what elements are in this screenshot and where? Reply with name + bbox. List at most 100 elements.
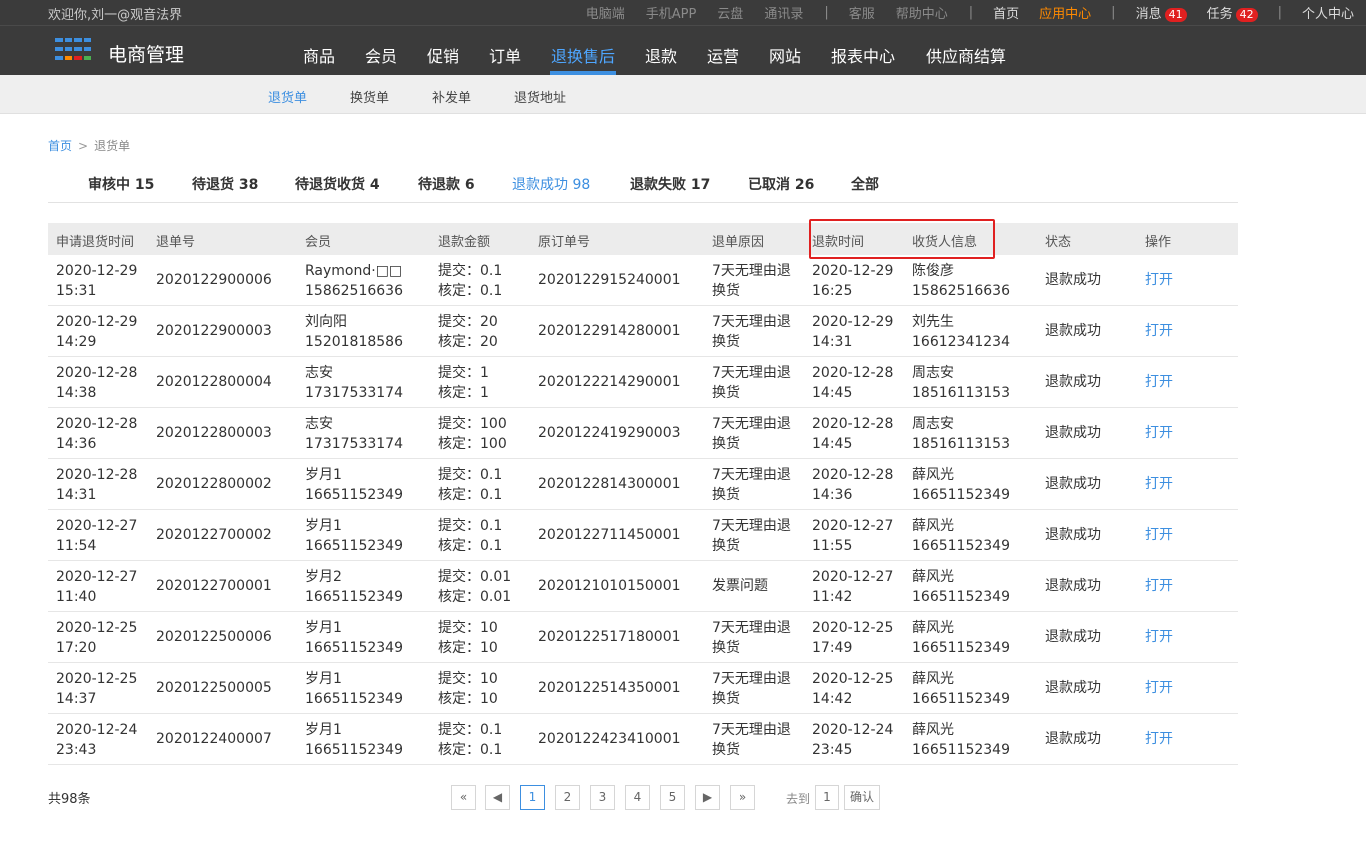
subnav-item-3[interactable]: 退货地址 bbox=[514, 87, 566, 106]
top-link-8[interactable]: 首页 bbox=[993, 3, 1019, 22]
top-link-0[interactable]: 电脑端 bbox=[586, 3, 625, 22]
nav-item-0[interactable]: 商品 bbox=[303, 43, 335, 67]
cell-return-no: 2020122500006 bbox=[156, 627, 272, 647]
subnav-item-2[interactable]: 补发单 bbox=[432, 87, 471, 106]
top-link-14[interactable]: 个人中心 bbox=[1302, 3, 1354, 22]
cell-return-reason: 7天无理由退 换货 bbox=[712, 618, 791, 658]
cell-apply-time: 2020-12-28 14:31 bbox=[56, 465, 137, 505]
cell-line: 2020-12-25 bbox=[812, 671, 894, 687]
cell-line: 2020122423410001 bbox=[538, 731, 681, 747]
nav-item-8[interactable]: 报表中心 bbox=[831, 43, 895, 67]
cell-order-no: 2020122915240001 bbox=[538, 270, 681, 290]
table-row: 2020-12-25 14:37 2020122500005 岁月1 166511523… bbox=[48, 663, 1238, 714]
cell-line: 换货 bbox=[712, 487, 740, 503]
cell-open-link[interactable]: 打开 bbox=[1145, 270, 1173, 290]
status-tab-5[interactable]: 退款失败 17 bbox=[630, 174, 710, 194]
cell-return-no: 2020122800003 bbox=[156, 423, 272, 443]
cell-apply-time: 2020-12-28 14:36 bbox=[56, 414, 137, 454]
nav-item-1[interactable]: 会员 bbox=[365, 43, 397, 67]
next-page-button[interactable]: ▶ bbox=[695, 785, 720, 810]
column-header-4: 原订单号 bbox=[538, 235, 591, 250]
cell-order-no: 2020122914280001 bbox=[538, 321, 681, 341]
page-button-3[interactable]: 3 bbox=[590, 785, 615, 810]
cell-open-link[interactable]: 打开 bbox=[1145, 678, 1173, 698]
page-button-1[interactable]: 1 bbox=[520, 785, 545, 810]
cell-refund-amount: 提交：100 核定：100 bbox=[438, 414, 507, 454]
cell-open-link[interactable]: 打开 bbox=[1145, 321, 1173, 341]
cell-status: 退款成功 bbox=[1045, 627, 1101, 647]
cell-line: 2020122914280001 bbox=[538, 323, 681, 339]
status-tab-4[interactable]: 退款成功 98 bbox=[512, 174, 590, 194]
top-link-6[interactable]: 帮助中心 bbox=[896, 3, 948, 22]
top-link-2[interactable]: 云盘 bbox=[717, 3, 743, 22]
table-row: 2020-12-28 14:31 2020122800002 岁月1 166511523… bbox=[48, 459, 1238, 510]
cell-open-link[interactable]: 打开 bbox=[1145, 729, 1173, 749]
breadcrumb-home-link[interactable]: 首页 bbox=[48, 139, 72, 153]
cell-order-no: 2020122419290003 bbox=[538, 423, 681, 443]
nav-item-3[interactable]: 订单 bbox=[489, 43, 521, 67]
cell-open-link[interactable]: 打开 bbox=[1145, 627, 1173, 647]
cell-order-no: 2020122814300001 bbox=[538, 474, 681, 494]
breadcrumb: 首页 > 退货单 bbox=[48, 137, 130, 154]
status-tab-0[interactable]: 审核中 15 bbox=[88, 174, 154, 194]
status-tab-3[interactable]: 待退款 6 bbox=[418, 174, 475, 194]
cell-line: 陈俊彦 bbox=[912, 263, 954, 279]
status-tab-7[interactable]: 全部 bbox=[851, 174, 879, 194]
cell-line: 16651152349 bbox=[912, 742, 1010, 758]
cell-open-link[interactable]: 打开 bbox=[1145, 372, 1173, 392]
page-button-2[interactable]: 2 bbox=[555, 785, 580, 810]
nav-item-2[interactable]: 促销 bbox=[427, 43, 459, 67]
first-page-button[interactable]: « bbox=[451, 785, 476, 810]
page-button-5[interactable]: 5 bbox=[660, 785, 685, 810]
cell-open-link[interactable]: 打开 bbox=[1145, 576, 1173, 596]
cell-line: 7天无理由退 bbox=[712, 365, 791, 381]
column-header-3: 退款金额 bbox=[438, 235, 491, 250]
cell-line: 周志安 bbox=[912, 365, 954, 381]
cell-line: 薛风光 bbox=[912, 671, 954, 687]
top-link-label: 首页 bbox=[993, 7, 1020, 22]
nav-item-5[interactable]: 退款 bbox=[645, 43, 677, 67]
goto-page-input[interactable]: 1 bbox=[815, 785, 839, 810]
subnav-item-0[interactable]: 退货单 bbox=[268, 87, 307, 106]
cell-line: 11:42 bbox=[812, 589, 853, 605]
top-link-label: 消息 bbox=[1135, 7, 1162, 22]
sub-nav: 退货单 换货单 补发单 退货地址 bbox=[0, 75, 1366, 114]
prev-page-button[interactable]: ◀ bbox=[485, 785, 510, 810]
status-tab-6[interactable]: 已取消 26 bbox=[748, 174, 814, 194]
column-header-8: 状态 bbox=[1045, 235, 1072, 250]
top-link-3[interactable]: 通讯录 bbox=[764, 3, 803, 22]
cell-line: 打开 bbox=[1145, 680, 1173, 696]
cell-line: 2020-12-28 bbox=[812, 365, 894, 381]
top-link-1[interactable]: 手机APP bbox=[646, 3, 697, 22]
cell-return-no: 2020122500005 bbox=[156, 678, 272, 698]
cell-open-link[interactable]: 打开 bbox=[1145, 423, 1173, 443]
cell-line: 7天无理由退 bbox=[712, 620, 791, 636]
nav-item-9[interactable]: 供应商结算 bbox=[926, 43, 1006, 67]
subnav-item-1[interactable]: 换货单 bbox=[350, 87, 389, 106]
top-link-9[interactable]: 应用中心 bbox=[1039, 3, 1091, 22]
last-page-button[interactable]: » bbox=[730, 785, 755, 810]
top-link-label: | bbox=[1111, 5, 1116, 20]
top-link-12[interactable]: 任务 42 bbox=[1207, 3, 1258, 22]
cell-line: 16651152349 bbox=[912, 487, 1010, 503]
status-tab-1[interactable]: 待退货 38 bbox=[192, 174, 258, 194]
page-button-4[interactable]: 4 bbox=[625, 785, 650, 810]
top-link-11[interactable]: 消息 41 bbox=[1136, 3, 1187, 22]
cell-line: 2020-12-24 bbox=[812, 722, 894, 738]
cell-refund-amount: 提交：0.1 核定：0.1 bbox=[438, 720, 502, 760]
confirm-button[interactable]: 确认 bbox=[844, 785, 880, 810]
cell-line: 2020122900003 bbox=[156, 323, 272, 339]
cell-line: 23:43 bbox=[56, 742, 97, 758]
cell-line: 薛风光 bbox=[912, 569, 954, 585]
nav-item-4[interactable]: 退换售后 bbox=[551, 43, 615, 67]
cell-line: 薛风光 bbox=[912, 467, 954, 483]
top-link-5[interactable]: 客服 bbox=[849, 3, 875, 22]
nav-item-7[interactable]: 网站 bbox=[769, 43, 801, 67]
cell-line: 7天无理由退 bbox=[712, 467, 791, 483]
cell-open-link[interactable]: 打开 bbox=[1145, 474, 1173, 494]
cell-open-link[interactable]: 打开 bbox=[1145, 525, 1173, 545]
cell-line: 2020-12-25 bbox=[56, 671, 138, 687]
status-tab-2[interactable]: 待退货收货 4 bbox=[295, 174, 380, 194]
cell-line: 15:31 bbox=[56, 283, 97, 299]
nav-item-6[interactable]: 运营 bbox=[707, 43, 739, 67]
